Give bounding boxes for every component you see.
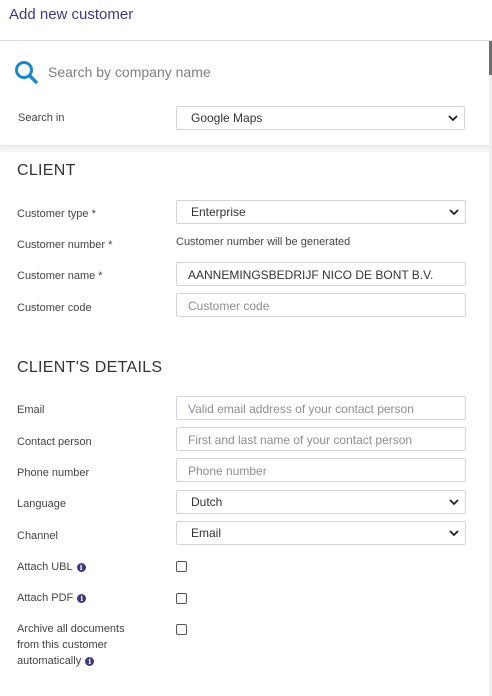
customer-type-label: Customer type * (17, 208, 96, 220)
language-value: Dutch (191, 495, 223, 509)
channel-label: Channel (17, 530, 58, 542)
customer-code-input[interactable]: Customer code (176, 293, 466, 317)
chevron-down-icon (448, 115, 458, 122)
info-icon[interactable]: i (77, 594, 87, 603)
chevron-down-icon (449, 209, 459, 216)
company-search-card: Search by company name Search in Google … (0, 41, 489, 145)
search-in-label: Search in (18, 112, 65, 124)
company-search-input[interactable]: Search by company name (48, 64, 211, 80)
customer-type-select[interactable]: Enterprise (176, 200, 466, 224)
search-in-value: Google Maps (191, 111, 263, 125)
email-input[interactable]: Valid email address of your contact pers… (176, 396, 466, 420)
search-icon[interactable] (14, 60, 40, 84)
attach-pdf-label: Attach PDF i (17, 590, 87, 606)
archive-documents-label: Archive all documents from this customer… (17, 621, 125, 669)
attach-ubl-text: Attach UBL (17, 561, 73, 573)
client-section-title: CLIENT (17, 162, 76, 179)
attach-pdf-text: Attach PDF (17, 592, 74, 604)
customer-name-input[interactable]: AANNEMINGSBEDRIJF NICO DE BONT B.V. (176, 262, 466, 286)
channel-select[interactable]: Email (176, 521, 466, 545)
language-label: Language (17, 498, 66, 510)
language-select[interactable]: Dutch (176, 490, 466, 514)
info-icon[interactable]: i (76, 563, 86, 572)
archive-label-line-3-wrap: automatically i (17, 653, 125, 669)
page-title: Add new customer (9, 6, 134, 23)
channel-value: Email (191, 526, 222, 540)
email-label: Email (17, 404, 45, 416)
phone-number-label: Phone number (17, 467, 90, 479)
customer-form-panel: CLIENT Customer type * Enterprise Custom… (0, 152, 489, 696)
client-details-section-title: CLIENT'S DETAILS (17, 359, 163, 376)
contact-person-input[interactable]: First and last name of your contact pers… (176, 427, 466, 451)
customer-type-value: Enterprise (191, 205, 246, 219)
form-scroll-area: Search by company name Search in Google … (0, 41, 489, 696)
chevron-down-icon (449, 530, 459, 537)
page-header: Add new customer (0, 0, 492, 41)
attach-ubl-checkbox[interactable] (176, 561, 187, 572)
customer-name-label: Customer name * (17, 270, 103, 282)
attach-ubl-label: Attach UBL i (17, 559, 86, 575)
customer-number-label: Customer number * (17, 239, 113, 251)
chevron-down-icon (449, 499, 459, 506)
contact-person-label: Contact person (17, 436, 92, 448)
customer-code-label: Customer code (17, 302, 92, 314)
archive-label-line-1: Archive all documents (17, 623, 125, 635)
archive-label-line-3: automatically (17, 655, 82, 667)
archive-label-line-2: from this customer (17, 639, 108, 651)
search-in-select[interactable]: Google Maps (176, 106, 465, 130)
customer-number-value: Customer number will be generated (176, 236, 351, 248)
info-icon[interactable]: i (85, 657, 95, 666)
phone-number-input[interactable]: Phone number (176, 458, 466, 482)
attach-pdf-checkbox[interactable] (176, 593, 187, 604)
archive-documents-checkbox[interactable] (176, 624, 187, 635)
